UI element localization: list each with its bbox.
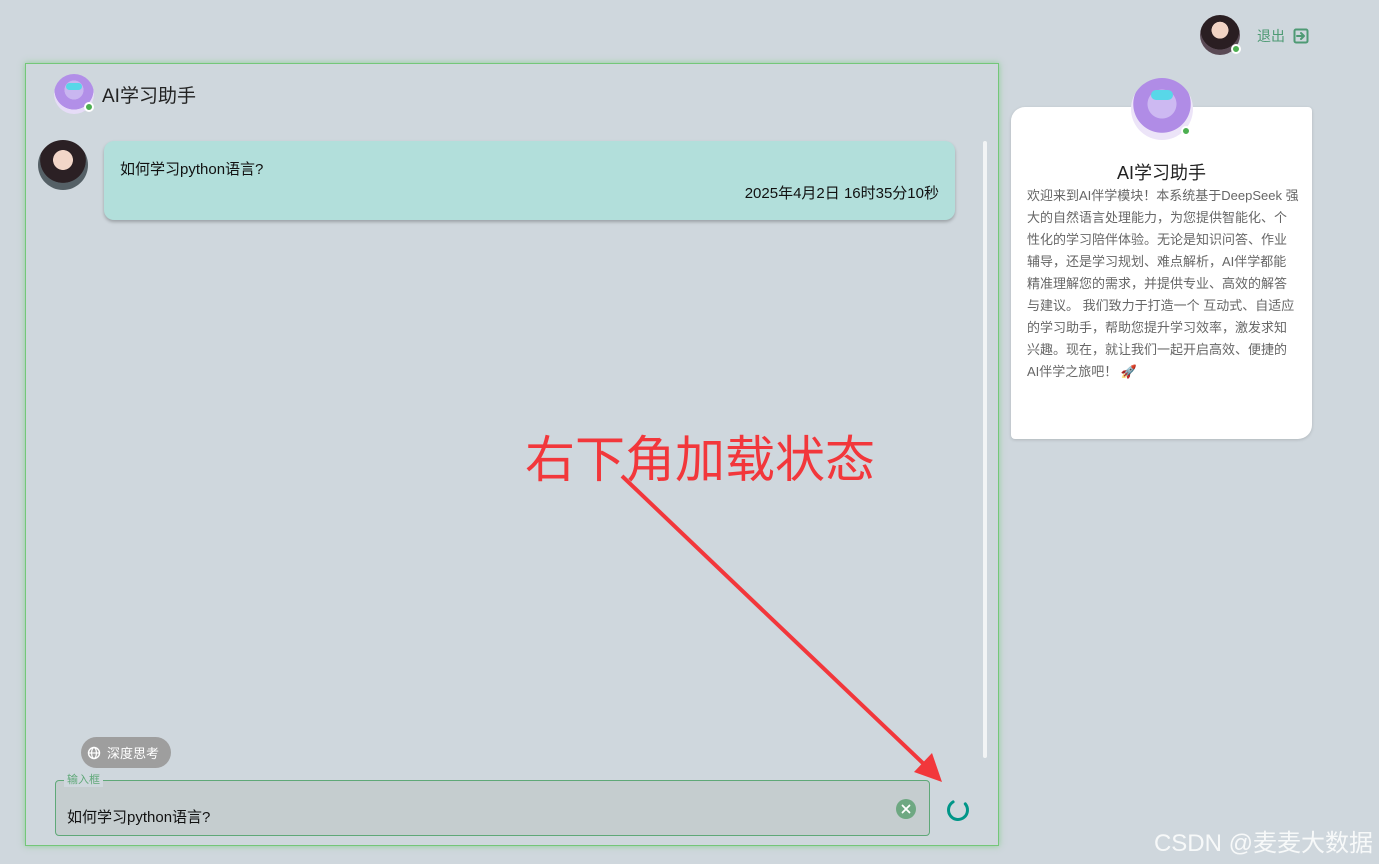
logout-button[interactable]: 退出 (1257, 26, 1309, 46)
message-user-avatar (38, 140, 88, 190)
user-message-bubble: 如何学习python语言? 2025年4月2日 16时35分10秒 (104, 141, 955, 220)
deep-think-label: 深度思考 (107, 747, 160, 762)
info-description: 欢迎来到AI伴学模块！本系统基于DeepSeek 强大的自然语言处理能力，为您提… (1027, 188, 1299, 379)
logout-icon (1293, 28, 1309, 44)
message-text: 如何学习python语言? (120, 161, 264, 178)
logout-label: 退出 (1257, 29, 1285, 45)
online-status-dot (1231, 44, 1241, 54)
bot-avatar (54, 74, 94, 114)
message-input-container: 输入框 (55, 773, 930, 836)
globe-icon (87, 746, 101, 759)
info-title: AI学习助手 (1116, 163, 1206, 183)
online-status-dot (84, 102, 94, 112)
clear-input-button[interactable] (896, 799, 916, 819)
chat-header: AI学习助手 (54, 74, 196, 114)
online-status-dot (1181, 126, 1191, 136)
deep-think-button[interactable]: 深度思考 (81, 737, 172, 768)
assistant-info-card: AI学习助手 欢迎来到AI伴学模块！本系统基于DeepSeek 强大的自然语言处… (1011, 107, 1312, 439)
close-icon (901, 804, 911, 814)
info-bot-avatar (1131, 78, 1193, 140)
message-timestamp: 2025年4月2日 16时35分10秒 (744, 185, 939, 202)
annotation-label: 右下角加载状态 (525, 432, 875, 488)
loading-spinner-icon (947, 799, 969, 821)
message-input[interactable] (67, 803, 867, 829)
input-label: 输入框 (64, 773, 103, 787)
user-avatar[interactable] (1200, 15, 1241, 55)
chat-title: AI学习助手 (102, 85, 196, 107)
watermark: CSDN @麦麦大数据 (1153, 830, 1373, 857)
chat-scrollbar[interactable] (983, 141, 987, 758)
